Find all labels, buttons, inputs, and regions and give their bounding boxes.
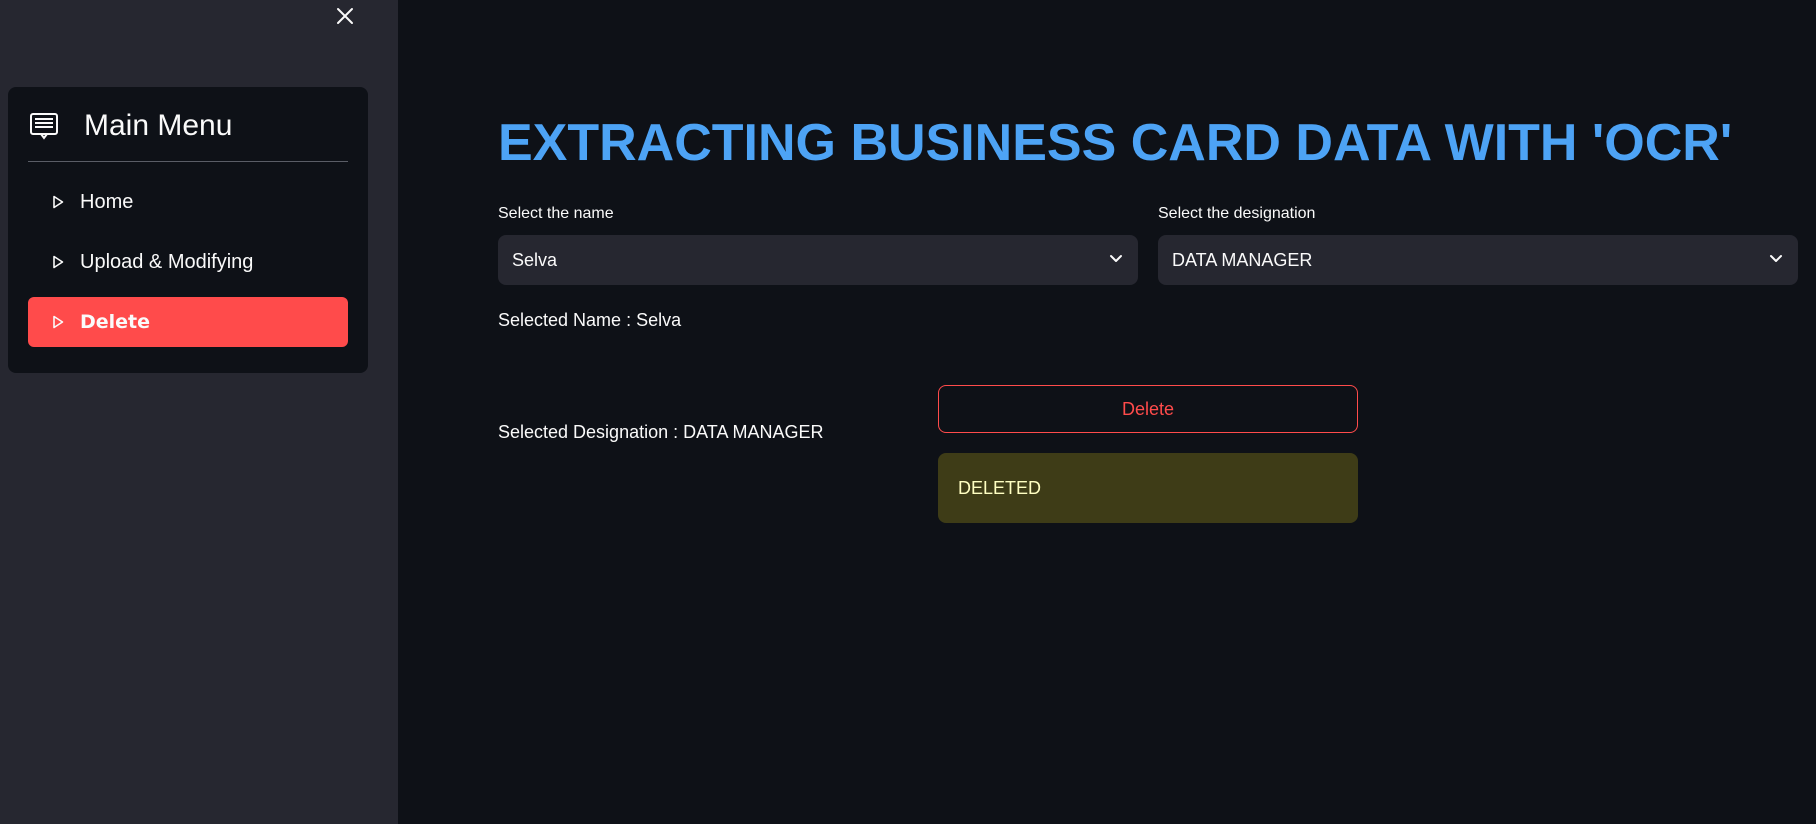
designation-select-label: Select the designation [1158,205,1316,222]
main-menu: Main Menu Home Upload & Modifying Delete [8,87,368,373]
name-select-value: Selva [512,249,558,270]
menu-item-home[interactable]: Home [28,177,348,227]
delete-button[interactable]: Delete [938,385,1358,433]
play-outline-icon [52,194,66,210]
sidebar: Main Menu Home Upload & Modifying Delete [0,0,398,824]
close-icon[interactable] [336,7,354,25]
menu-divider [28,161,348,162]
play-outline-icon [52,254,66,270]
menu-header: Main Menu [28,109,348,143]
close-sidebar-button[interactable] [333,4,357,28]
page-title: EXTRACTING BUSINESS CARD DATA WITH 'OCR' [498,114,1733,172]
designation-select-value: DATA MANAGER [1172,249,1313,270]
menu-item-label: Home [80,190,134,213]
name-select[interactable]: Selva [498,235,1138,285]
alert-text: DELETED [958,477,1042,498]
card-list-icon [28,110,60,142]
chevron-down-icon [1768,250,1784,271]
name-select-label: Select the name [498,205,614,222]
deleted-alert: DELETED [938,453,1358,523]
designation-select[interactable]: DATA MANAGER [1158,235,1798,285]
menu-item-delete[interactable]: Delete [28,297,348,347]
menu-item-upload-modifying[interactable]: Upload & Modifying [28,237,348,287]
play-outline-icon [52,314,66,330]
menu-item-label: Upload & Modifying [80,250,254,273]
menu-title: Main Menu [84,109,233,142]
selected-designation-text: Selected Designation : DATA MANAGER [498,422,824,442]
selected-name-text: Selected Name : Selva [498,310,682,330]
menu-item-label: Delete [80,311,151,333]
chevron-down-icon [1108,250,1124,271]
